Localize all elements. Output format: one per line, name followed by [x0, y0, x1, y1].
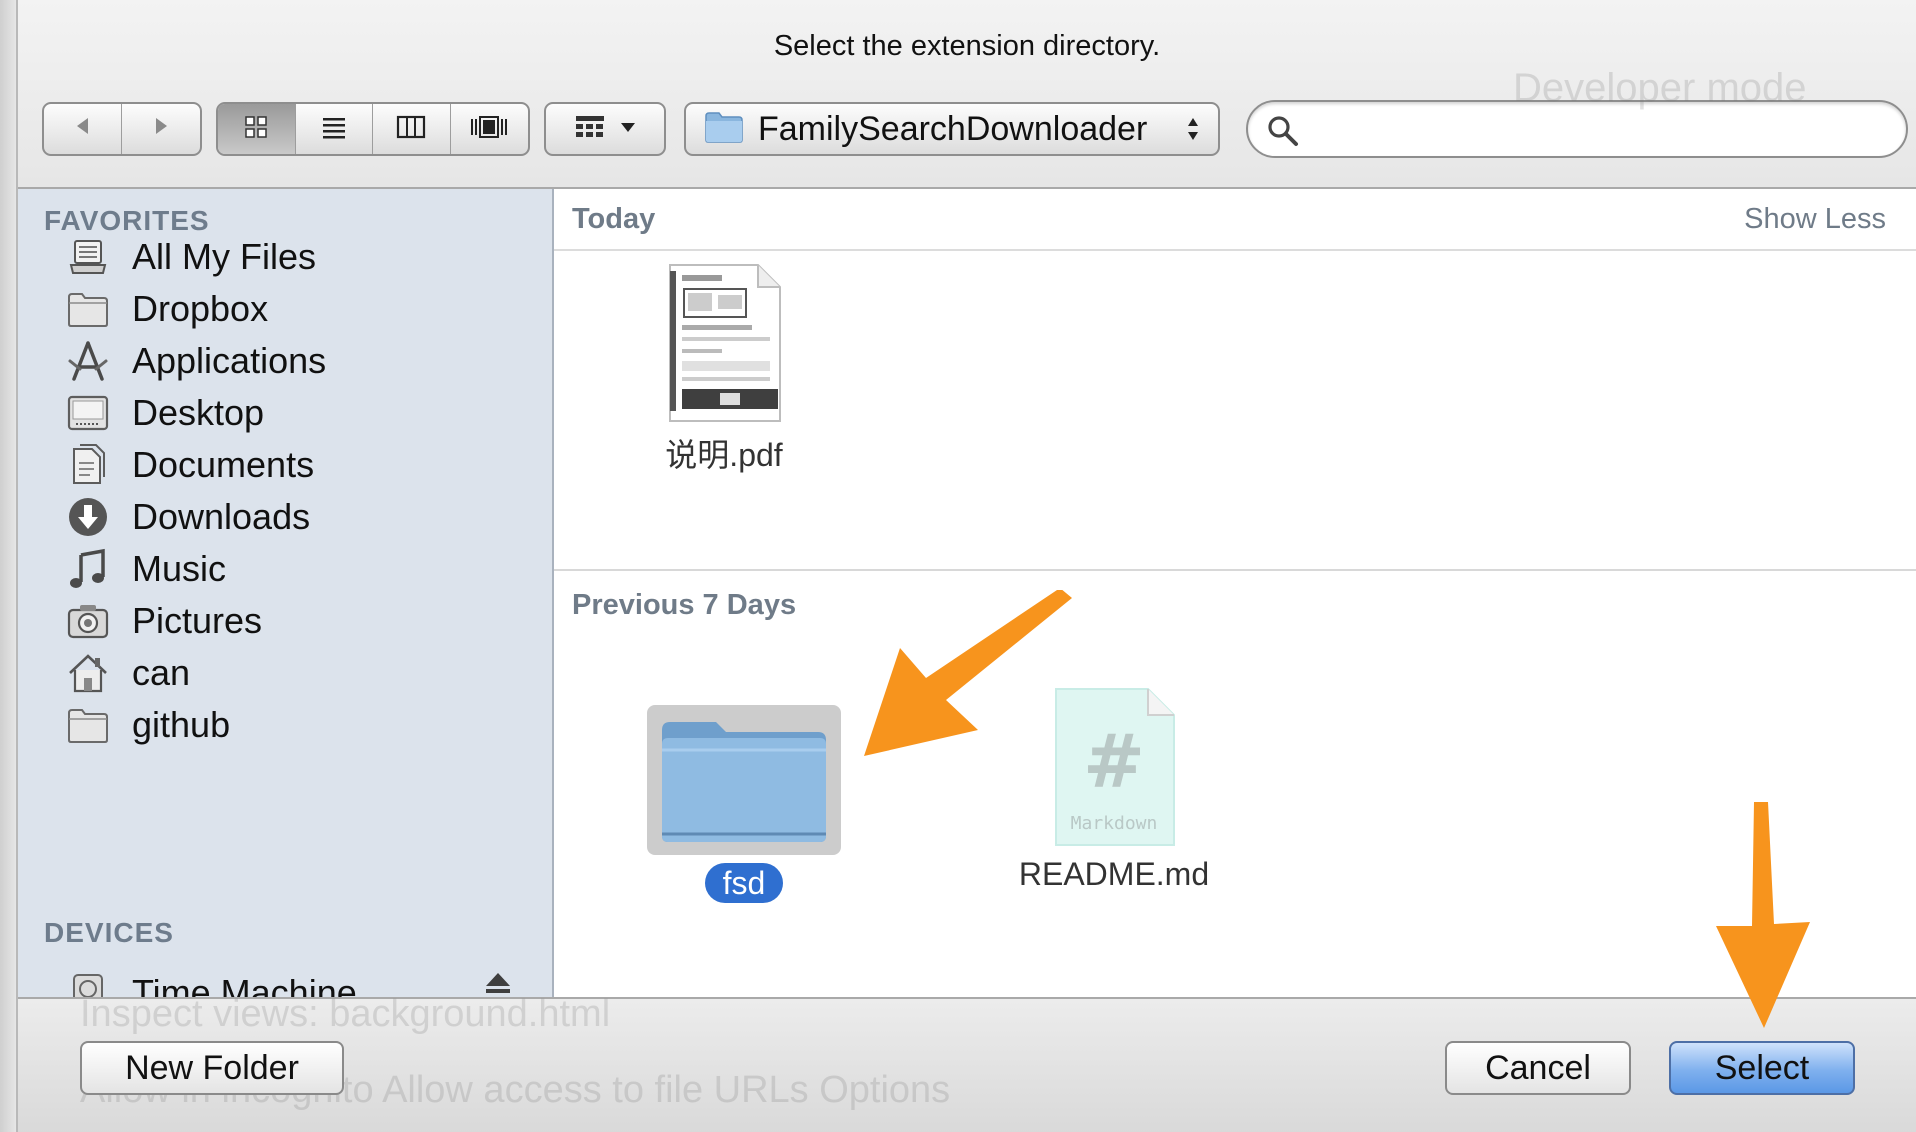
music-icon — [62, 545, 114, 593]
sidebar-item-documents[interactable]: Documents — [62, 437, 532, 493]
cancel-button[interactable]: Cancel — [1445, 1041, 1631, 1095]
home-icon — [62, 649, 114, 697]
sidebar-item-label: Downloads — [132, 496, 311, 537]
sidebar-item-applications[interactable]: Applications — [62, 333, 532, 389]
forward-arrow-icon — [150, 115, 172, 143]
sidebar-item-music[interactable]: Music — [62, 541, 532, 597]
forward-button[interactable] — [122, 104, 200, 154]
background-inspect-views: Inspect views: background.html — [80, 993, 611, 1035]
all-files-icon — [62, 233, 114, 281]
dialog-button-bar: Inspect views: background.html Allow in … — [18, 993, 1916, 1132]
sidebar: FAVORITES All My Files Dropbox Applicati… — [18, 189, 554, 997]
sidebar-item-label: Documents — [132, 444, 315, 485]
sidebar-header-devices: DEVICES — [44, 917, 174, 948]
file-item-pdf[interactable]: 说明.pdf — [654, 261, 794, 476]
arrange-menu-button[interactable] — [544, 102, 666, 156]
file-browser: Today Show Less 说明.pdf Previous 7 Days f… — [554, 189, 1916, 997]
icon-grid-icon — [242, 113, 270, 146]
sidebar-item-label: Music — [132, 548, 227, 589]
sidebar-item-pictures[interactable]: Pictures — [62, 593, 532, 649]
list-view-button[interactable] — [296, 104, 373, 154]
markdown-hash-glyph: # — [1083, 719, 1145, 805]
sidebar-item-label: can — [132, 652, 191, 693]
select-button[interactable]: Select — [1669, 1041, 1855, 1095]
sidebar-item-desktop[interactable]: Desktop — [62, 385, 532, 441]
show-less-link[interactable]: Show Less — [1744, 203, 1886, 236]
pdf-document-icon — [664, 264, 784, 429]
file-item-fsd[interactable]: fsd — [644, 705, 844, 903]
columns-icon — [396, 113, 426, 146]
section-header-previous-7-days: Previous 7 Days — [554, 575, 1916, 635]
markdown-file-icon: # Markdown — [1050, 688, 1178, 855]
file-name: README.md — [1018, 856, 1210, 892]
folder-icon — [704, 110, 744, 149]
sidebar-item-all-my-files[interactable]: All My Files — [62, 229, 532, 285]
back-forward-control — [42, 102, 202, 156]
arrange-grid-icon — [574, 114, 606, 145]
open-dialog: ensions Select the extension directory. — [0, 0, 1916, 1132]
sidebar-item-label: Desktop — [132, 392, 265, 433]
desktop-icon — [62, 389, 114, 437]
file-item-readme[interactable]: # Markdown README.md — [994, 685, 1234, 893]
search-icon — [1266, 114, 1300, 153]
section-divider — [554, 569, 1916, 571]
arrange-segment — [546, 104, 664, 154]
path-label: FamilySearchDownloader — [758, 109, 1148, 148]
updown-chevron-icon — [1186, 114, 1200, 144]
documents-icon — [62, 441, 114, 489]
sidebar-item-github[interactable]: github — [62, 697, 532, 753]
file-name-selected: fsd — [704, 863, 784, 903]
downloads-icon — [62, 493, 114, 541]
sidebar-item-can[interactable]: can — [62, 645, 532, 701]
list-lines-icon — [320, 113, 348, 146]
new-folder-button[interactable]: New Folder — [80, 1041, 344, 1095]
view-mode-control — [216, 102, 530, 156]
dropdown-triangle-icon — [620, 120, 636, 138]
icon-view-button[interactable] — [218, 104, 296, 154]
dialog-toolbar: Select the extension directory. FamilySe… — [18, 0, 1916, 189]
section-title: Today — [572, 203, 656, 235]
folder-icon — [62, 701, 114, 749]
markdown-caption: Markdown — [1071, 813, 1158, 834]
search-input[interactable] — [1310, 108, 1894, 150]
folder-icon — [62, 285, 114, 333]
sidebar-item-downloads[interactable]: Downloads — [62, 489, 532, 545]
file-name: 说明.pdf — [665, 437, 783, 473]
sidebar-item-dropbox[interactable]: Dropbox — [62, 281, 532, 337]
back-arrow-icon — [72, 115, 94, 143]
back-button[interactable] — [44, 104, 122, 154]
section-title: Previous 7 Days — [572, 589, 797, 621]
sidebar-item-label: Pictures — [132, 600, 263, 641]
folder-icon — [656, 710, 832, 851]
dialog-title: Select the extension directory. — [773, 30, 1161, 62]
path-popup-button[interactable]: FamilySearchDownloader — [684, 102, 1220, 156]
pictures-icon — [62, 597, 114, 645]
sidebar-item-label: Dropbox — [132, 288, 269, 329]
sidebar-item-label: github — [132, 704, 231, 745]
applications-icon — [62, 337, 114, 385]
background-developer-mode: Developer mode — [1513, 66, 1807, 110]
sidebar-item-label: All My Files — [132, 236, 317, 277]
cover-flow-icon — [469, 113, 509, 146]
column-view-button[interactable] — [373, 104, 451, 154]
sidebar-item-label: Applications — [132, 340, 327, 381]
section-header-today: Today Show Less — [554, 189, 1916, 251]
cover-flow-button[interactable] — [451, 104, 529, 154]
selection-highlight — [647, 705, 841, 855]
